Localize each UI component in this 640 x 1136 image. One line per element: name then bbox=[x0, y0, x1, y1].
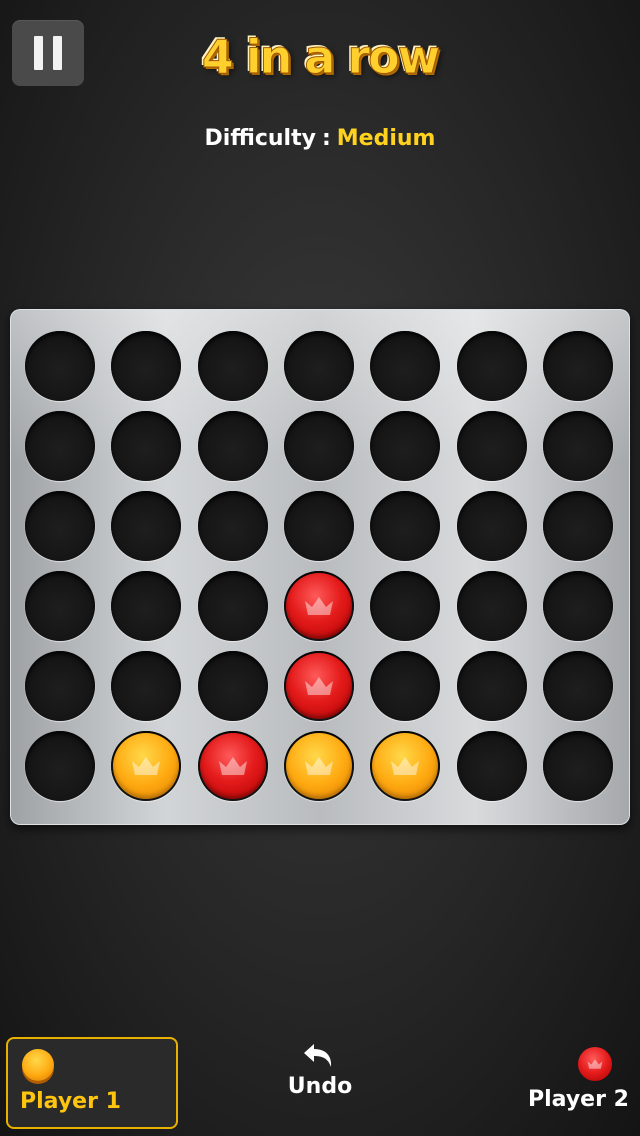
board-cell[interactable] bbox=[197, 651, 268, 721]
board-cell[interactable] bbox=[370, 571, 441, 641]
difficulty-separator: : bbox=[321, 126, 331, 151]
board-cell[interactable] bbox=[542, 331, 613, 401]
red-disc bbox=[199, 733, 266, 799]
crown-icon bbox=[587, 1059, 603, 1069]
undo-arrow-icon bbox=[304, 1044, 332, 1067]
board-cell[interactable] bbox=[283, 651, 354, 721]
yellow-disc bbox=[372, 733, 439, 799]
red-disc bbox=[285, 653, 352, 719]
crown-icon bbox=[304, 757, 333, 775]
difficulty-label: Difficulty bbox=[204, 126, 316, 151]
board-cell[interactable] bbox=[456, 651, 527, 721]
board-cell[interactable] bbox=[456, 411, 527, 481]
board-cell[interactable] bbox=[283, 491, 354, 561]
board-cell[interactable] bbox=[111, 491, 182, 561]
board-cell[interactable] bbox=[456, 571, 527, 641]
board-cell[interactable] bbox=[25, 651, 95, 721]
board-cell[interactable] bbox=[111, 571, 182, 641]
board-cell[interactable] bbox=[25, 571, 95, 641]
board-cell[interactable] bbox=[197, 411, 268, 481]
board-cell[interactable] bbox=[370, 411, 441, 481]
yellow-disc bbox=[113, 733, 180, 799]
board-cell[interactable] bbox=[370, 491, 441, 561]
difficulty-indicator: Difficulty: Medium bbox=[0, 126, 640, 151]
board-cell[interactable] bbox=[197, 331, 268, 401]
crown-icon bbox=[304, 597, 333, 615]
board-cell[interactable] bbox=[283, 731, 354, 801]
player1-panel: Player 1 bbox=[6, 1037, 178, 1129]
game-board[interactable] bbox=[10, 309, 630, 825]
board-cell[interactable] bbox=[456, 491, 527, 561]
board-cell[interactable] bbox=[370, 651, 441, 721]
difficulty-value: Medium bbox=[336, 126, 436, 151]
crown-icon bbox=[391, 757, 420, 775]
player2-disc-icon bbox=[578, 1047, 612, 1081]
player2-label: Player 2 bbox=[528, 1087, 629, 1112]
board-cell[interactable] bbox=[197, 731, 268, 801]
board-cell[interactable] bbox=[542, 731, 613, 801]
undo-label: Undo bbox=[287, 1074, 353, 1099]
board-cell[interactable] bbox=[370, 731, 441, 801]
board-cell[interactable] bbox=[111, 651, 182, 721]
board-cell[interactable] bbox=[25, 411, 95, 481]
crown-icon bbox=[304, 677, 333, 695]
crown-icon bbox=[132, 757, 161, 775]
board-cell[interactable] bbox=[542, 491, 613, 561]
board-cell[interactable] bbox=[111, 331, 182, 401]
red-disc bbox=[285, 573, 352, 639]
board-cell[interactable] bbox=[283, 571, 354, 641]
game-title: 4 in a row bbox=[201, 30, 440, 85]
player1-disc-icon bbox=[22, 1049, 54, 1081]
board-cell[interactable] bbox=[25, 731, 95, 801]
board-cell[interactable] bbox=[197, 571, 268, 641]
board-cell[interactable] bbox=[197, 491, 268, 561]
board-cell[interactable] bbox=[542, 411, 613, 481]
board-cell[interactable] bbox=[370, 331, 441, 401]
board-cell[interactable] bbox=[542, 651, 613, 721]
board-cell[interactable] bbox=[111, 731, 182, 801]
board-cell[interactable] bbox=[283, 331, 354, 401]
player1-label: Player 1 bbox=[20, 1089, 121, 1114]
board-cell[interactable] bbox=[111, 411, 182, 481]
board-cell[interactable] bbox=[283, 411, 354, 481]
board-cell[interactable] bbox=[456, 731, 527, 801]
board-cell[interactable] bbox=[456, 331, 527, 401]
board-cell[interactable] bbox=[25, 331, 95, 401]
board-cell[interactable] bbox=[542, 571, 613, 641]
yellow-disc bbox=[285, 733, 352, 799]
board-cell[interactable] bbox=[25, 491, 95, 561]
undo-button[interactable]: Undo bbox=[270, 1036, 370, 1106]
crown-icon bbox=[218, 757, 247, 775]
